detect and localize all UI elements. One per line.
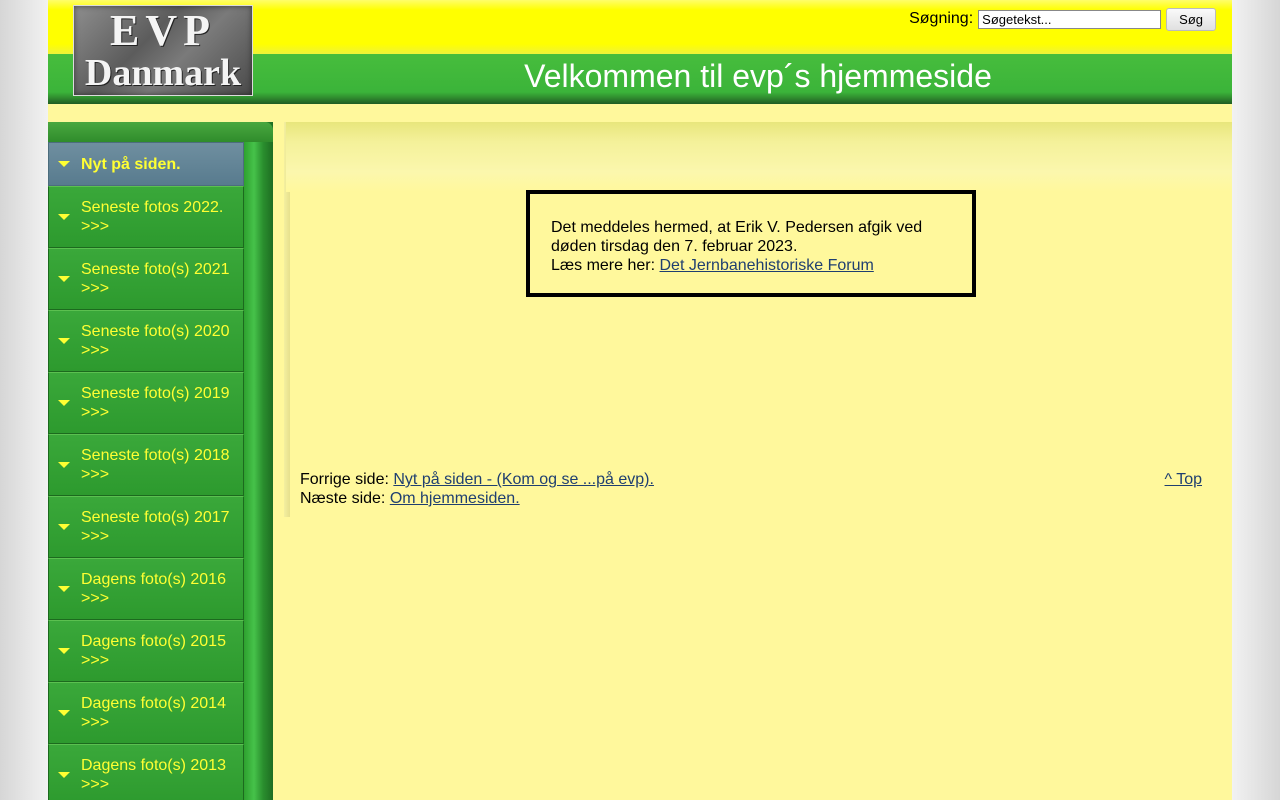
content-top-band bbox=[286, 122, 1232, 192]
dropdown-triangle-icon bbox=[58, 710, 70, 716]
sidebar-item-seneste-2019[interactable]: Seneste foto(s) 2019 >>> bbox=[48, 372, 244, 434]
dropdown-triangle-icon bbox=[58, 586, 70, 592]
dropdown-triangle-icon bbox=[58, 400, 70, 406]
next-page-link[interactable]: Om hjemmesiden. bbox=[390, 490, 520, 507]
read-more-prefix: Læs mere her: bbox=[551, 257, 660, 274]
sidebar-item-label: Seneste foto(s) 2018 >>> bbox=[81, 447, 230, 483]
notice-read-more: Læs mere her: Det Jernbanehistoriske For… bbox=[551, 256, 952, 275]
back-to-top-link[interactable]: ^ Top bbox=[1165, 470, 1202, 489]
evp-logo[interactable]: EVP Danmark bbox=[73, 5, 253, 96]
dropdown-triangle-icon bbox=[58, 524, 70, 530]
previous-page-line: Forrige side: Nyt på siden - (Kom og se … bbox=[300, 470, 654, 489]
dropdown-triangle-icon bbox=[58, 276, 70, 282]
sidebar-item-label: Seneste fotos 2022. >>> bbox=[81, 199, 224, 235]
sidebar-item-seneste-2020[interactable]: Seneste foto(s) 2020 >>> bbox=[48, 310, 244, 372]
sidebar-item-seneste-2022[interactable]: Seneste fotos 2022. >>> bbox=[48, 186, 244, 248]
sidebar-item-dagens-2016[interactable]: Dagens foto(s) 2016 >>> bbox=[48, 558, 244, 620]
sidebar-item-label: Seneste foto(s) 2017 >>> bbox=[81, 509, 230, 545]
sidebar-item-dagens-2013[interactable]: Dagens foto(s) 2013 >>> bbox=[48, 744, 244, 800]
sidebar-item-label: Dagens foto(s) 2016 >>> bbox=[81, 571, 226, 607]
sidebar-item-label: Dagens foto(s) 2015 >>> bbox=[81, 633, 226, 669]
search-input[interactable] bbox=[978, 10, 1162, 29]
logo-text-danmark: Danmark bbox=[84, 52, 242, 94]
notice-box: Det meddeles hermed, at Erik V. Pedersen… bbox=[526, 190, 976, 297]
sidebar-item-label: Dagens foto(s) 2013 >>> bbox=[81, 757, 226, 793]
sidebar-item-label: Nyt på siden. bbox=[81, 155, 181, 173]
page: EVP Danmark Søgning: Søg Velkommen til e… bbox=[48, 0, 1232, 800]
sidebar-item-label: Seneste foto(s) 2019 >>> bbox=[81, 385, 230, 421]
dropdown-triangle-icon bbox=[58, 161, 70, 167]
sidebar-item-dagens-2014[interactable]: Dagens foto(s) 2014 >>> bbox=[48, 682, 244, 744]
sidebar-item-label: Dagens foto(s) 2014 >>> bbox=[81, 695, 226, 731]
dropdown-triangle-icon bbox=[58, 338, 70, 344]
sidebar-item-seneste-2017[interactable]: Seneste foto(s) 2017 >>> bbox=[48, 496, 244, 558]
sidebar-item-seneste-2018[interactable]: Seneste foto(s) 2018 >>> bbox=[48, 434, 244, 496]
logo-text-evp: EVP bbox=[110, 6, 216, 55]
sidebar-top-cap bbox=[48, 122, 273, 142]
welcome-title: Velkommen til evp´s hjemmeside bbox=[524, 58, 992, 94]
forum-link[interactable]: Det Jernbanehistoriske Forum bbox=[659, 257, 873, 274]
sidebar-item-seneste-2021[interactable]: Seneste foto(s) 2021 >>> bbox=[48, 248, 244, 310]
previous-page-label: Forrige side: bbox=[300, 471, 394, 488]
sidebar-item-dagens-2015[interactable]: Dagens foto(s) 2015 >>> bbox=[48, 620, 244, 682]
sidebar-item-label: Seneste foto(s) 2020 >>> bbox=[81, 323, 230, 359]
dropdown-triangle-icon bbox=[58, 772, 70, 778]
dropdown-triangle-icon bbox=[58, 462, 70, 468]
previous-page-link[interactable]: Nyt på siden - (Kom og se ...på evp). bbox=[393, 471, 654, 488]
dropdown-triangle-icon bbox=[58, 648, 70, 654]
sidebar-nav: Nyt på siden. Seneste fotos 2022. >>> Se… bbox=[48, 142, 244, 800]
sidebar: Nyt på siden. Seneste fotos 2022. >>> Se… bbox=[48, 122, 273, 800]
next-page-line: Næste side: Om hjemmesiden. bbox=[300, 489, 520, 508]
search-form: Søgning: Søg bbox=[909, 8, 1216, 31]
sidebar-item-nyt-paa-siden[interactable]: Nyt på siden. bbox=[48, 142, 244, 186]
sidebar-item-label: Seneste foto(s) 2021 >>> bbox=[81, 261, 230, 297]
next-page-label: Næste side: bbox=[300, 490, 390, 507]
search-label: Søgning: bbox=[909, 9, 974, 27]
search-button[interactable]: Søg bbox=[1166, 8, 1216, 31]
dropdown-triangle-icon bbox=[58, 214, 70, 220]
notice-text: Det meddeles hermed, at Erik V. Pedersen… bbox=[551, 219, 923, 255]
